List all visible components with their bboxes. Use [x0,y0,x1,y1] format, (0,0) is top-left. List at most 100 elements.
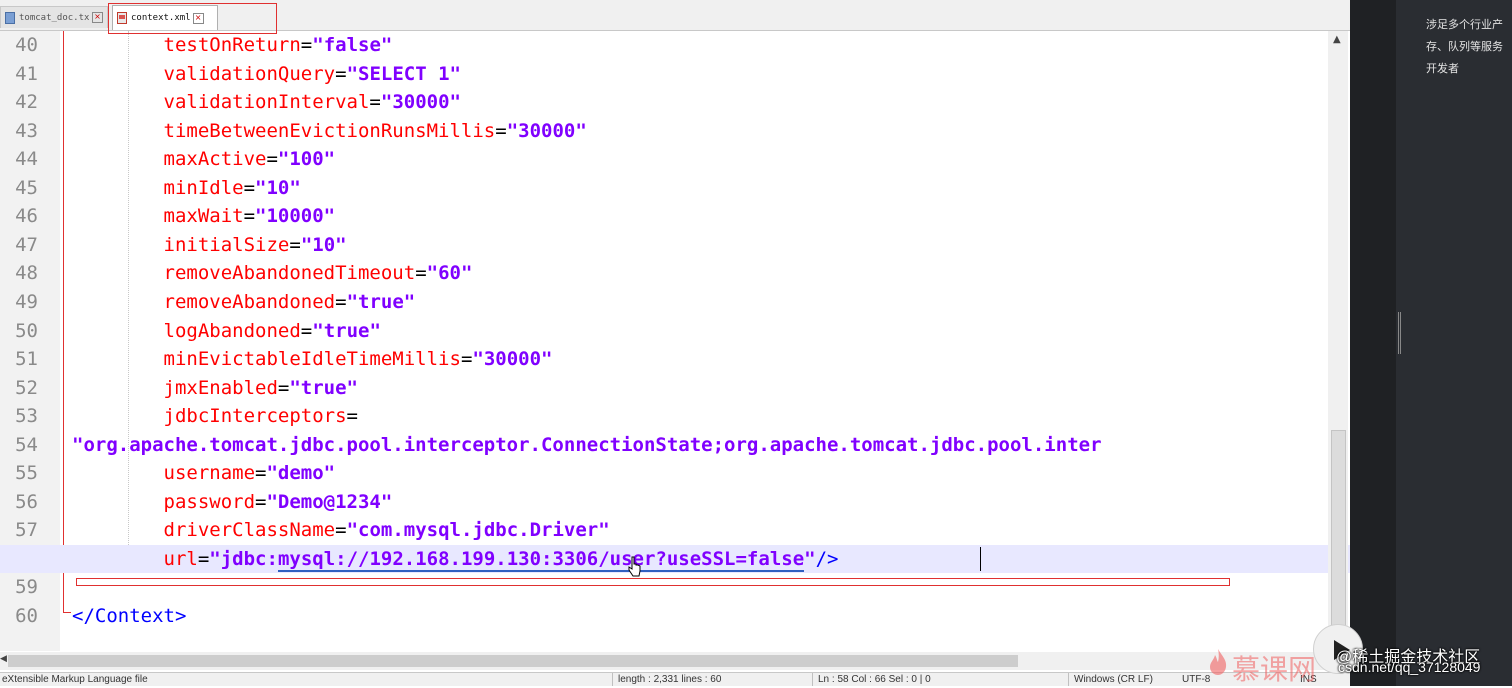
brand-watermark: 慕课网 [1232,653,1317,686]
xml-attribute-name: initialSize [163,234,290,256]
status-separator [812,673,813,686]
tab-label: tomcat_doc.txt [19,12,90,23]
xml-attribute-value: "60" [426,262,473,284]
xml-attribute-value: "10000" [255,205,336,227]
equals-sign: = [243,205,256,227]
xml-attribute-value: "Demo@1234" [266,491,393,513]
code-line[interactable]: validationQuery="SELECT 1" [0,60,1350,88]
code-line-current[interactable]: url="jdbc:mysql://192.168.199.130:3306/u… [0,545,1350,573]
xml-attribute-value-url: mysql://192.168.199.130:3306/user?useSSL… [277,548,805,572]
xml-attribute-name: removeAbandonedTimeout [163,262,416,284]
equals-sign: = [300,34,313,56]
equals-sign: = [335,519,347,541]
equals-sign: = [243,177,256,199]
equals-sign: = [335,63,347,85]
scroll-left-icon[interactable]: ◀ [0,654,7,664]
status-encoding: UTF-8 [1182,674,1211,685]
xml-attribute-value: "30000" [380,91,461,113]
xml-attribute-name: jmxEnabled [163,377,278,399]
resize-handle[interactable] [1398,312,1401,354]
code-line[interactable]: password="Demo@1234" [0,488,1350,516]
equals-sign: = [255,462,267,484]
tab-bar: tomcat_doc.txt × context.xml × [0,0,1350,34]
code-line[interactable]: logAbandoned="true" [0,317,1350,345]
code-line[interactable]: username="demo" [0,459,1350,487]
xml-attribute-name: username [163,462,256,484]
code-line[interactable]: minIdle="10" [0,174,1350,202]
xml-attribute-name: minEvictableIdleTimeMillis [163,348,461,370]
xml-attribute-name: minIdle [163,177,244,199]
tab-tomcat-doc[interactable]: tomcat_doc.txt × [0,6,108,28]
xml-attribute-name: driverClassName [163,519,336,541]
horizontal-scroll-thumb[interactable] [8,655,1018,667]
code-line[interactable]: maxWait="10000" [0,202,1350,230]
xml-attribute-value: "30000" [472,348,553,370]
xml-attribute-value: "10" [255,177,301,199]
notepad-editor-window: tomcat_doc.txt × context.xml × 40 41 42 43 4… [0,0,1350,686]
xml-attribute-value: "true" [289,377,358,399]
code-line[interactable]: testOnReturn="false" [0,31,1350,59]
code-line[interactable]: jdbcInterceptors= [0,402,1350,430]
mouse-cursor-icon [628,556,641,577]
code-line[interactable]: removeAbandoned="true" [0,288,1350,316]
xml-attribute-value: "true" [346,291,416,313]
code-line[interactable]: validationInterval="30000" [0,88,1350,116]
csdn-watermark: csdn.net/qq_37128049 [1338,659,1481,675]
status-eol: Windows (CR LF) [1074,674,1153,685]
xml-attribute-name: password [163,491,256,513]
vertical-scroll-thumb[interactable] [1331,430,1346,630]
status-length: length : 2,331 lines : 60 [618,674,722,685]
status-file-type: eXtensible Markup Language file [2,674,148,685]
equals-sign: = [335,291,347,313]
code-line[interactable]: jmxEnabled="true" [0,374,1350,402]
code-line[interactable]: maxActive="100" [0,145,1350,173]
code-line[interactable]: timeBetweenEvictionRunsMillis="30000" [0,117,1350,145]
status-separator [612,673,613,686]
close-tab-icon[interactable]: × [92,12,103,23]
xml-attribute-value: "10" [300,234,347,256]
side-panel-text-2: 存、队列等服务 [1426,41,1503,53]
code-line[interactable]: initialSize="10" [0,231,1350,259]
xml-attribute-value: "com.mysql.jdbc.Driver" [346,519,610,541]
code-line[interactable]: driverClassName="com.mysql.jdbc.Driver" [0,516,1350,544]
equals-sign: = [300,320,313,342]
xml-attribute-value: " [804,548,816,570]
equals-sign: = [346,405,358,427]
tab-annotation-box [108,3,277,34]
equals-sign: = [277,377,290,399]
text-caret [980,547,981,571]
xml-attribute-name: logAbandoned [163,320,301,342]
code-area[interactable]: testOnReturn="false" validationQuery="SE… [0,31,1350,651]
xml-attribute-name: validationInterval [163,91,370,113]
xml-attribute-value: "SELECT 1" [346,63,461,85]
xml-attribute-value: "org.apache.tomcat.jdbc.pool.interceptor… [72,434,1102,456]
status-bar: eXtensible Markup Language file length :… [0,672,1350,686]
code-line[interactable]: </Context> [0,602,1350,630]
code-line[interactable]: "org.apache.tomcat.jdbc.pool.interceptor… [0,431,1350,459]
equals-sign: = [289,234,301,256]
xml-closing-tag: </Context> [72,605,187,627]
equals-sign: = [266,148,278,170]
xml-attribute-name: jdbcInterceptors [163,405,347,427]
xml-attribute-name: maxWait [163,205,244,227]
code-line[interactable]: minEvictableIdleTimeMillis="30000" [0,345,1350,373]
xml-attribute-value: "true" [312,320,381,342]
code-line[interactable]: removeAbandonedTimeout="60" [0,259,1350,287]
side-panel-text-1: 涉足多个行业产 [1426,19,1503,31]
line-annotation-box [76,578,1230,586]
scroll-up-icon[interactable]: ▲ [1333,34,1341,45]
side-panel-text-3: 开发者 [1426,63,1459,75]
